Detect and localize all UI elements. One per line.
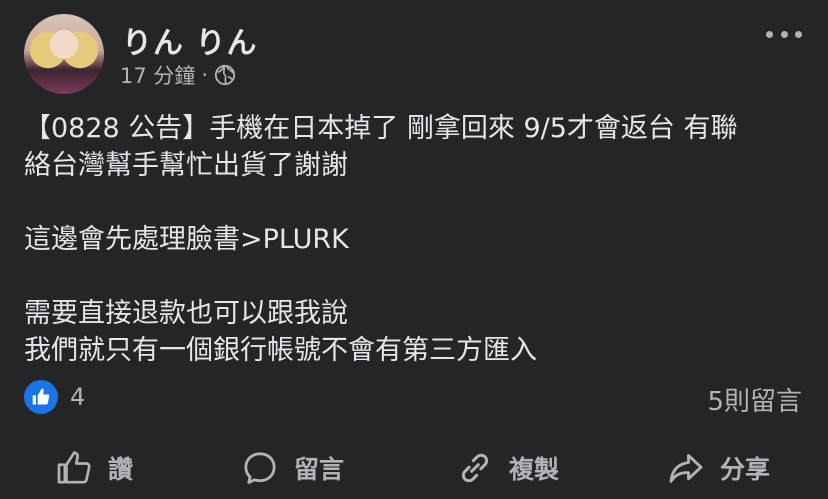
comment-icon xyxy=(240,448,280,488)
like-button[interactable]: 讚 xyxy=(54,440,133,496)
post-meta: 17 分鐘 · xyxy=(120,60,236,90)
more-options-icon[interactable] xyxy=(766,24,802,44)
post-card: りん りん 17 分鐘 · 【0828 公告】手機在日本掉了 剛拿回來 9/5才… xyxy=(0,0,828,499)
post-body-line: 我們就只有一個銀行帳號不會有第三方匯入 xyxy=(24,335,537,366)
like-icon xyxy=(24,380,58,414)
copy-button-label: 複製 xyxy=(509,455,560,484)
thumbs-up-icon xyxy=(54,448,94,488)
post-body-line: 需要直接退款也可以跟我說 xyxy=(24,298,348,329)
comment-button-label: 留言 xyxy=(294,455,345,484)
like-button-label: 讚 xyxy=(108,455,134,484)
post-timestamp[interactable]: 17 分鐘 xyxy=(120,60,195,90)
post-body-line: 這邊會先處理臉書>PLURK xyxy=(24,224,349,255)
action-bar: 讚 留言 複製 分享 xyxy=(0,440,828,496)
post-body: 【0828 公告】手機在日本掉了 剛拿回來 9/5才會返台 有聯 絡台灣幫手幫忙… xyxy=(24,110,804,369)
author-name[interactable]: りん りん xyxy=(122,18,257,62)
author-avatar[interactable] xyxy=(24,14,104,94)
share-button[interactable]: 分享 xyxy=(666,440,770,496)
post-body-line: 絡台灣幫手幫忙出貨了謝謝 xyxy=(24,150,348,181)
comments-count-link[interactable]: 5則留言 xyxy=(707,381,802,418)
copy-button[interactable]: 複製 xyxy=(455,440,559,496)
share-button-label: 分享 xyxy=(720,455,771,484)
reactions-summary[interactable]: 4 xyxy=(24,380,85,414)
link-icon xyxy=(455,448,495,488)
globe-icon xyxy=(214,64,236,86)
share-icon xyxy=(666,448,706,488)
reaction-count: 4 xyxy=(70,383,86,411)
post-body-line: 【0828 公告】手機在日本掉了 剛拿回來 9/5才會返台 有聯 xyxy=(24,113,738,144)
meta-separator: · xyxy=(201,63,209,87)
comment-button[interactable]: 留言 xyxy=(240,440,344,496)
